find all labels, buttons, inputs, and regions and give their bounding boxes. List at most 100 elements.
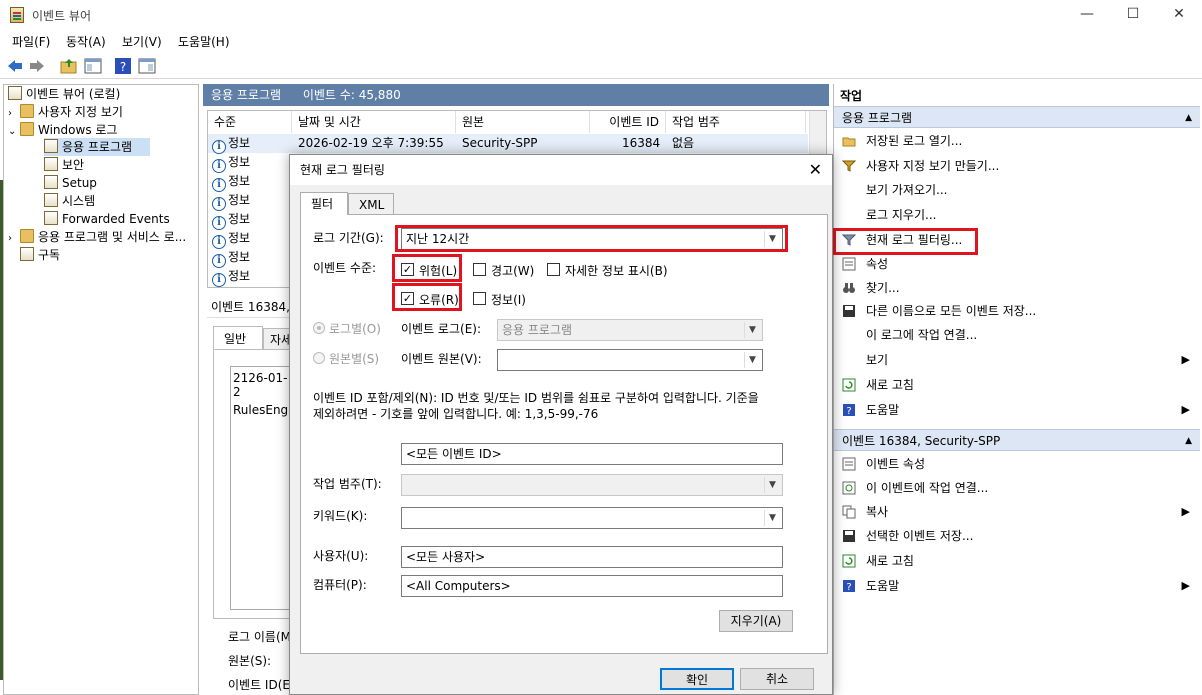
tab-general[interactable]: 일반 (213, 326, 263, 350)
chevron-right-icon[interactable]: › (8, 230, 20, 248)
menu-help[interactable]: 도움말(H) (178, 33, 230, 50)
column-date-time[interactable]: 날짜 및 시간 (292, 111, 456, 133)
action-clear-log[interactable]: 로그 지우기... (838, 204, 1198, 226)
action-save-all-events-as[interactable]: 다른 이름으로 모든 이벤트 저장... (838, 300, 1198, 322)
by-source-radio[interactable] (313, 352, 325, 364)
computer-label: 컴퓨터(P): (313, 578, 367, 592)
information-icon: i (212, 178, 226, 192)
show-hide-tree-icon[interactable] (84, 57, 102, 75)
action-create-custom-view[interactable]: 사용자 지정 보기 만들기... (838, 155, 1198, 177)
chevron-down-icon[interactable]: ▼ (764, 231, 780, 247)
filter-icon (842, 160, 856, 172)
action-help-event[interactable]: ? 도움말 ▶ (838, 575, 1198, 597)
tree-item-forwarded-events[interactable]: Forwarded Events (44, 210, 170, 228)
chevron-down-icon[interactable]: ▼ (764, 510, 780, 526)
column-event-id[interactable]: 이벤트 ID (590, 111, 666, 133)
chevron-down-icon[interactable]: ▼ (744, 322, 760, 338)
chevron-down-icon[interactable]: ▼ (764, 477, 780, 493)
maximize-button[interactable]: ☐ (1110, 0, 1156, 30)
tree-item-app-services[interactable]: › 응용 프로그램 및 서비스 로... (8, 228, 186, 246)
keywords-label: 키워드(K): (313, 509, 368, 523)
user-input[interactable]: <모든 사용자> (401, 546, 783, 568)
log-icon (44, 193, 58, 207)
cancel-button[interactable]: 취소 (740, 668, 814, 690)
action-attach-task-to-event[interactable]: 이 이벤트에 작업 연결... (838, 477, 1198, 499)
close-button[interactable]: ✕ (1156, 0, 1202, 30)
column-source[interactable]: 원본 (456, 111, 590, 133)
collapse-icon[interactable]: ▲ (1185, 430, 1192, 452)
user-label: 사용자(U): (313, 549, 369, 563)
show-hide-actions-icon[interactable] (138, 57, 156, 75)
action-view[interactable]: 보기 ▶ (838, 349, 1198, 371)
event-count: 이벤트 수: 45,880 (302, 88, 401, 102)
submenu-arrow-icon: ▶ (1181, 403, 1190, 416)
by-log-radio[interactable] (313, 322, 325, 334)
tree-item-subscriptions[interactable]: 구독 (20, 246, 60, 264)
window-title: 이벤트 뷰어 (32, 9, 92, 23)
binoculars-icon (843, 283, 855, 293)
critical-checkbox[interactable]: ✓ (401, 263, 414, 276)
help-icon[interactable]: ? (114, 57, 132, 75)
clear-button[interactable]: 지우기(A) (719, 610, 793, 632)
tree-item-security[interactable]: 보안 (44, 156, 84, 174)
tree-item-root[interactable]: 이벤트 뷰어 (로컬) (8, 85, 120, 103)
action-help[interactable]: ? 도움말 ▶ (838, 399, 1198, 421)
task-category-select[interactable]: ▼ (401, 474, 783, 496)
keywords-select[interactable]: ▼ (401, 507, 783, 529)
information-checkbox[interactable] (473, 292, 486, 305)
chevron-down-icon[interactable]: ⌄ (8, 123, 20, 141)
task-icon (842, 481, 856, 495)
ok-button[interactable]: 확인 (660, 668, 734, 690)
table-row[interactable]: i 정보 2026-02-19 오후 7:39:55 Security-SPP 1… (208, 134, 808, 154)
action-import-view[interactable]: 보기 가져오기... (838, 179, 1198, 201)
event-viewer-icon (8, 86, 22, 100)
warning-checkbox[interactable] (473, 263, 486, 276)
action-copy[interactable]: 복사 ▶ (838, 501, 1198, 523)
open-folder-icon (842, 137, 856, 147)
action-attach-task-to-log[interactable]: 이 로그에 작업 연결... (838, 324, 1198, 346)
computer-input[interactable]: <All Computers> (401, 575, 783, 597)
tree-item-windows-logs[interactable]: ⌄ Windows 로그 (8, 121, 117, 139)
event-sources-label: 이벤트 원본(V): (401, 352, 482, 366)
action-properties[interactable]: 속성 (838, 253, 1198, 275)
up-folder-icon[interactable] (60, 57, 78, 75)
actions-section-application[interactable]: 응용 프로그램 ▲ (834, 106, 1200, 128)
menu-view[interactable]: 보기(V) (122, 33, 162, 50)
event-logs-label: 이벤트 로그(E): (401, 322, 482, 336)
action-refresh[interactable]: 새로 고침 (838, 374, 1198, 396)
information-icon: i (212, 197, 226, 211)
properties-icon (842, 257, 856, 271)
action-filter-current-log[interactable]: 현재 로그 필터링... (838, 229, 1198, 251)
event-sources-select[interactable]: ▼ (497, 349, 763, 371)
filter-panel: 로그 기간(G): 지난 12시간 ▼ 이벤트 수준: ✓ 위험(L) 경고(W)… (300, 214, 828, 654)
error-checkbox[interactable]: ✓ (401, 292, 414, 305)
tree-item-system[interactable]: 시스템 (44, 192, 95, 210)
tree-item-setup[interactable]: Setup (44, 174, 97, 192)
action-find[interactable]: 찾기... (838, 277, 1198, 299)
action-open-saved-log[interactable]: 저장된 로그 열기... (838, 130, 1198, 152)
minimize-button[interactable]: — (1064, 0, 1110, 30)
log-icon (44, 157, 58, 171)
tree-item-application[interactable]: 응용 프로그램 (44, 138, 150, 156)
actions-section-event[interactable]: 이벤트 16384, Security-SPP ▲ (834, 429, 1200, 451)
back-icon[interactable] (6, 57, 24, 75)
action-refresh-event[interactable]: 새로 고침 (838, 550, 1198, 572)
action-save-selected-events[interactable]: 선택한 이벤트 저장... (838, 525, 1198, 547)
logged-select[interactable]: 지난 12시간 ▼ (401, 228, 783, 250)
tab-filter[interactable]: 필터 (300, 192, 348, 215)
event-viewer-window: 이벤트 뷰어 — ☐ ✕ 파일(F) 동작(A) 보기(V) 도움말(H) ? … (0, 0, 1202, 695)
event-logs-select[interactable]: 응용 프로그램 ▼ (497, 319, 763, 341)
verbose-checkbox[interactable] (547, 263, 560, 276)
tree-item-custom-views[interactable]: › 사용자 지정 보기 (8, 103, 123, 121)
column-level[interactable]: 수준 (208, 111, 292, 133)
column-task-category[interactable]: 작업 범주 (666, 111, 806, 133)
tab-xml[interactable]: XML (348, 193, 394, 215)
dialog-close-icon[interactable]: ✕ (809, 155, 822, 185)
menu-action[interactable]: 동작(A) (66, 33, 106, 50)
chevron-down-icon[interactable]: ▼ (744, 352, 760, 368)
collapse-icon[interactable]: ▲ (1185, 107, 1192, 129)
event-id-input[interactable]: <모든 이벤트 ID> (401, 443, 783, 465)
forward-icon[interactable] (28, 57, 46, 75)
action-event-properties[interactable]: 이벤트 속성 (838, 453, 1198, 475)
menu-file[interactable]: 파일(F) (12, 33, 50, 50)
